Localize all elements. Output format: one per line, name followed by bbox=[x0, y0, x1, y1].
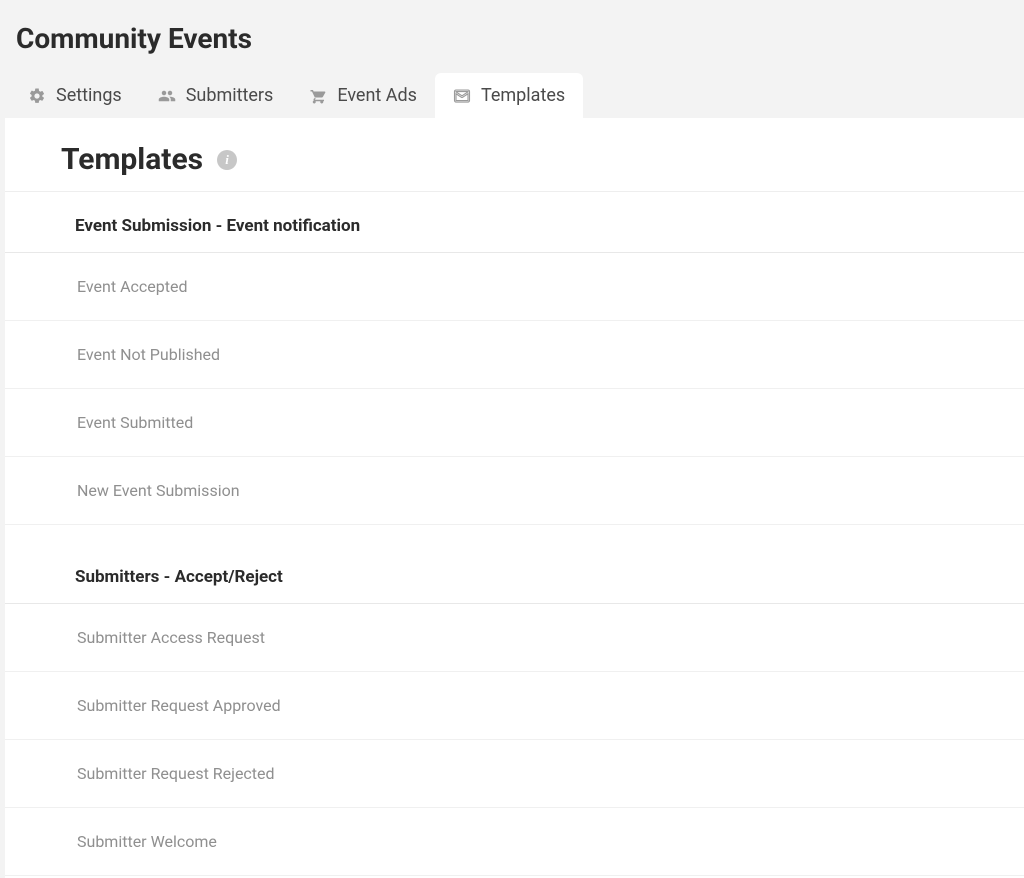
tab-label: Submitters bbox=[186, 85, 274, 106]
tab-templates[interactable]: Templates bbox=[435, 73, 583, 118]
template-row[interactable]: New Event Submission bbox=[5, 457, 1024, 525]
template-row[interactable]: Event Not Published bbox=[5, 321, 1024, 389]
cart-icon bbox=[309, 87, 327, 105]
tab-label: Settings bbox=[56, 85, 122, 106]
section-title: Templates bbox=[61, 142, 203, 177]
tabs-nav: Settings Submitters Event Ads Templates bbox=[0, 73, 1024, 118]
template-row[interactable]: Event Accepted bbox=[5, 253, 1024, 321]
template-row[interactable]: Submitter Welcome bbox=[5, 808, 1024, 876]
group-header-submitters: Submitters - Accept/Reject bbox=[5, 543, 1024, 604]
tab-submitters[interactable]: Submitters bbox=[140, 73, 292, 118]
tab-label: Event Ads bbox=[337, 85, 417, 106]
template-row[interactable]: Submitter Request Rejected bbox=[5, 740, 1024, 808]
gear-icon bbox=[28, 87, 46, 105]
template-row[interactable]: Submitter Request Approved bbox=[5, 672, 1024, 740]
group-header-event-submission: Event Submission - Event notification bbox=[5, 192, 1024, 253]
page-title: Community Events bbox=[0, 0, 1024, 73]
users-icon bbox=[158, 87, 176, 105]
info-icon[interactable]: i bbox=[217, 150, 237, 170]
tab-label: Templates bbox=[481, 85, 565, 106]
section-heading: Templates i bbox=[5, 142, 1024, 192]
template-row[interactable]: Submitter Access Request bbox=[5, 604, 1024, 672]
content-panel: Templates i Event Submission - Event not… bbox=[5, 118, 1024, 878]
envelope-icon bbox=[453, 87, 471, 105]
template-row[interactable]: Event Submitted bbox=[5, 389, 1024, 457]
tab-event-ads[interactable]: Event Ads bbox=[291, 73, 435, 118]
tab-settings[interactable]: Settings bbox=[10, 73, 140, 118]
